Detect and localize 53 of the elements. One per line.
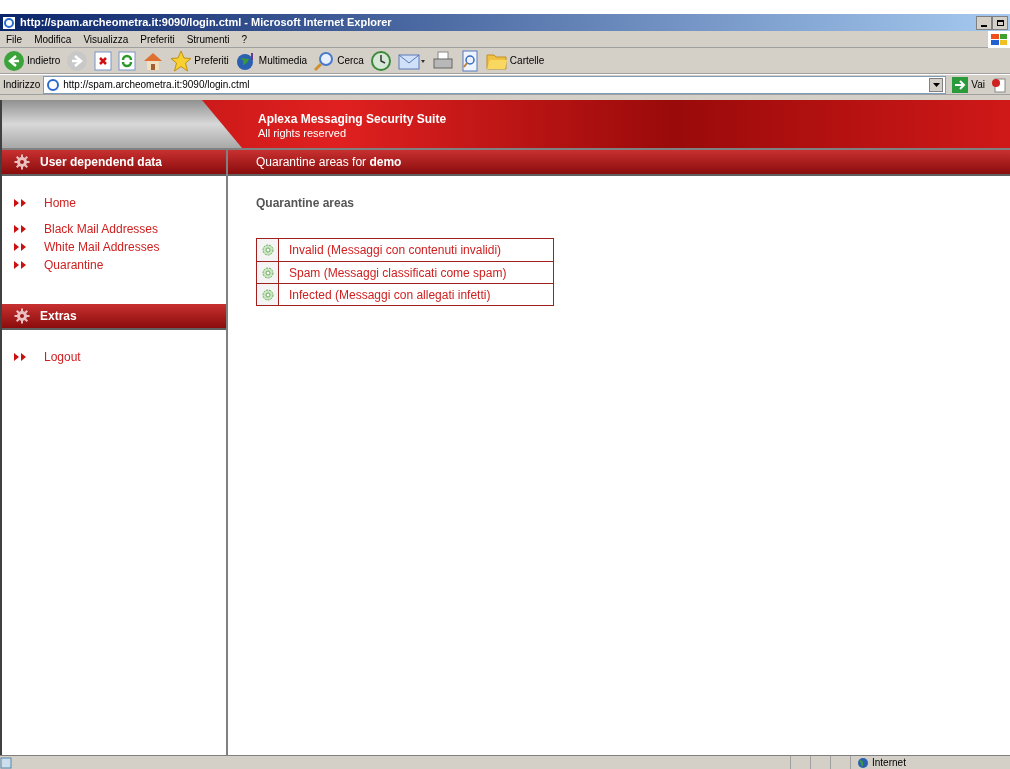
stop-icon (94, 50, 113, 71)
document-magnifier-icon (459, 49, 480, 72)
double-arrow-icon (14, 199, 28, 207)
gear-icon (260, 265, 275, 280)
nav-link[interactable]: Quarantine (2, 256, 226, 274)
nav-link[interactable]: Home (2, 194, 226, 212)
toolbar-button[interactable]: Cartelle (485, 50, 545, 71)
nav-link[interactable]: Logout (2, 348, 226, 366)
toolbar-button[interactable] (431, 49, 454, 72)
window-title: http://spam.archeometra.it:9090/login.ctml - Microsoft Internet Explorer (20, 15, 392, 31)
browser-icon (2, 15, 16, 30)
double-arrow-icon (14, 225, 28, 233)
menu-item[interactable]: Modifica (28, 31, 78, 47)
double-arrow-icon (14, 353, 28, 361)
menu-item[interactable]: Strumenti (180, 31, 236, 47)
star-icon (170, 49, 193, 72)
toolbar-button[interactable]: Multimedia (234, 49, 308, 72)
menu-item[interactable]: Preferiti (134, 31, 181, 47)
toolbar-button[interactable]: Cerca (313, 49, 364, 72)
address-field[interactable]: http://spam.archeometra.it:9090/login.ctml (43, 75, 947, 94)
toolbar-button[interactable] (118, 50, 137, 71)
double-arrow-icon (14, 243, 28, 251)
address-label: Indirizzo (3, 78, 41, 92)
gear-icon (260, 243, 275, 257)
search-icon (313, 49, 336, 72)
section-title: User dependend data (40, 154, 163, 171)
gear-icon (14, 154, 30, 170)
menu-item[interactable]: ? (235, 31, 254, 47)
section-title: Extras (40, 308, 77, 325)
refresh-icon (118, 50, 137, 71)
menu-item[interactable]: File (0, 31, 29, 47)
double-arrow-icon (14, 261, 28, 269)
gear-icon (14, 308, 30, 324)
toolbar-button[interactable]: Indietro (3, 49, 61, 72)
zone-label: Internet (872, 757, 906, 768)
toolbar-button[interactable] (369, 49, 392, 72)
go-button[interactable]: Vai (949, 76, 988, 93)
menu-item[interactable]: Visualizza (77, 31, 135, 47)
minimize-button[interactable] (976, 15, 992, 30)
nav-link[interactable]: White Mail Addresses (2, 238, 226, 256)
nav-link[interactable]: Black Mail Addresses (2, 220, 226, 238)
section-heading: Quarantine areas (256, 195, 356, 212)
restore-button[interactable] (992, 15, 1008, 30)
toolbar-button[interactable]: Preferiti (170, 49, 229, 72)
globe-icon (857, 756, 869, 769)
printer-icon (431, 49, 454, 72)
clock-icon (369, 49, 392, 72)
site-title: Aplexa Messaging Security Suite (258, 112, 447, 126)
toolbar-button[interactable] (459, 49, 480, 72)
toolbar-button[interactable] (94, 50, 113, 71)
gear-icon (260, 287, 275, 302)
content-title: Quarantine areas for demo (256, 154, 402, 171)
site-subtitle: All rights reserved (258, 126, 348, 140)
